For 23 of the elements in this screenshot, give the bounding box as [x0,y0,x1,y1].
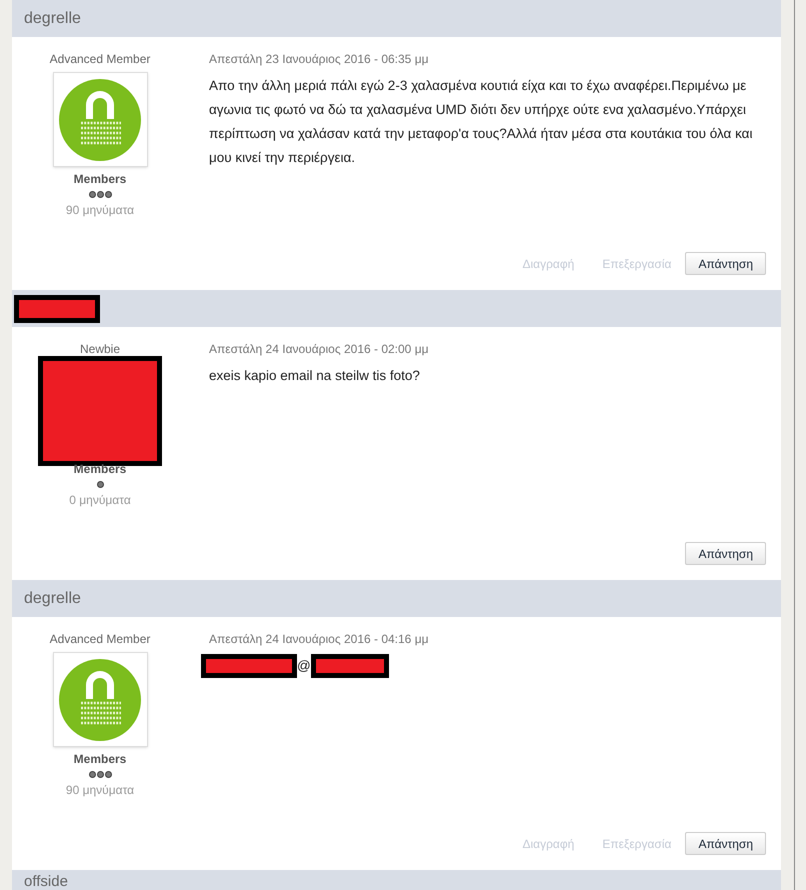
post-text: Απο την άλλη μεριά πάλι εγώ 2-3 χαλασμένα κουτιά είχα και το έχω αναφέρει.Περιμένω με αγωνια τις φωτό να δώ τα χαλασμένα UMD διότι δεν υπήρχε ούτε ενα χαλασμένο.Υπάρχει περίπτωση να χαλάσαν κατά την μεταφορ'α τους?Αλλά ήταν μέσα στα κουτάκια του όλα και μου κινεί την περιέργεια. [209,77,754,167]
member-group: Members [74,752,126,767]
post-date: Απεστάλη 23 Ιανουάριος 2016 - 06:35 μμ [209,52,430,67]
author-name[interactable]: degrelle [24,6,81,30]
padlock-icon [59,78,141,160]
author-name[interactable]: offside [24,873,68,890]
member-group: Members [74,462,126,477]
post-count: 90 μηνύματα [66,783,134,798]
post-date: Απεστάλη 24 Ιανουάριος 2016 - 02:00 μμ [209,342,430,357]
post-count: 0 μηνύματα [69,493,131,508]
post-text: exeis kapio email na steilw tis foto? [209,367,420,385]
reply-button[interactable]: Απάντηση [685,542,766,565]
post-count: 90 μηνύματα [66,203,134,218]
member-group: Members [74,172,126,187]
member-title: Advanced Member [50,52,150,67]
post-date: Απεστάλη 24 Ιανουάριος 2016 - 04:16 μμ [209,632,430,647]
member-title: Advanced Member [50,632,150,647]
reply-button[interactable]: Απάντηση [685,832,766,855]
member-title: Newbie [80,342,120,357]
reply-button[interactable]: Απάντηση [685,252,766,275]
padlock-icon [59,658,141,740]
post-text: @ [297,657,311,675]
author-name[interactable]: degrelle [24,586,81,610]
